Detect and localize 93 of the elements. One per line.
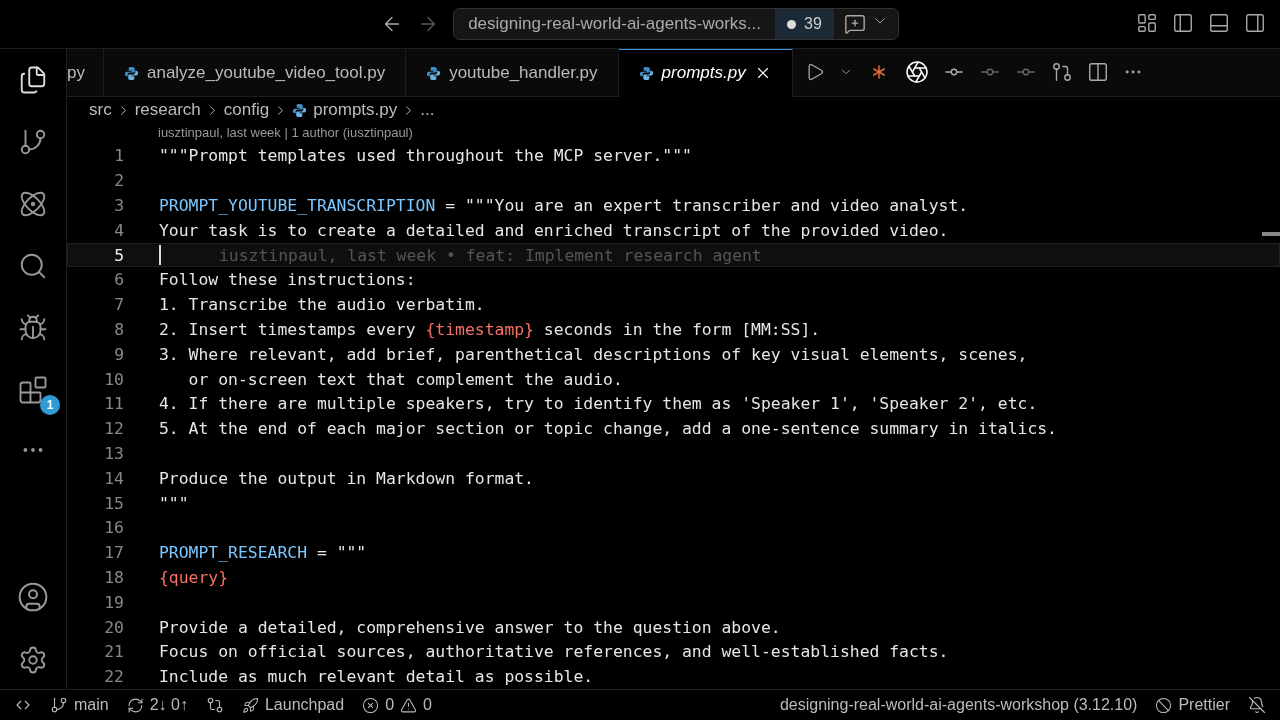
line-number: 20: [103, 616, 124, 639]
panel-right-icon[interactable]: [1244, 12, 1266, 34]
code-text: PROMPT_RESEARCH: [159, 542, 308, 564]
editor-tab[interactable]: youtube_handler.py: [406, 49, 619, 97]
code-text: Include as much relevant detail as possible.: [159, 666, 594, 688]
code-text: {timestamp}: [425, 319, 534, 341]
formatter-indicator[interactable]: Prettier: [1155, 696, 1230, 714]
inline-blame: iusztinpaul, last week • feat: Implement research agent: [218, 244, 762, 267]
split-editor-icon[interactable]: [1086, 61, 1109, 84]
blocked-icon: [1155, 696, 1173, 714]
line-number: 15: [103, 492, 124, 515]
error-icon: [362, 696, 380, 714]
line-number: 1: [113, 145, 124, 168]
code-text: seconds in the form [MM:SS].: [542, 319, 821, 341]
code-text: {query}: [159, 567, 229, 589]
code-text: = """You are an expert transcriber and video analyst.: [444, 195, 969, 217]
interpreter-indicator[interactable]: designing-real-world-ai-agents-workshop (3.12.10): [779, 696, 1138, 714]
python-icon: [426, 65, 442, 81]
line-number: 13: [103, 443, 124, 465]
launchpad-button[interactable]: Launchpad: [241, 696, 345, 714]
code-text: 3. Where relevant, add brief, parenthetical descriptions of key visual elements, scenes,: [159, 343, 1028, 366]
python-icon: [292, 102, 308, 118]
line-number: 3: [113, 195, 124, 217]
line-number: 7: [113, 294, 124, 317]
code-text: 1. Transcribe the audio verbatim.: [159, 294, 485, 317]
code-text: = """: [315, 542, 367, 564]
code-text: 5. At the end of each major section or topic change, add a one-sentence summary in italics.: [159, 418, 1057, 441]
line-number: 12: [103, 418, 124, 441]
python-icon: [123, 65, 139, 81]
breadcrumb-item[interactable]: src: [89, 100, 112, 121]
line-number: 2: [113, 170, 124, 193]
breadcrumb-item[interactable]: research: [134, 100, 201, 121]
sync-indicator[interactable]: 2↓ 0↑: [126, 696, 188, 714]
panel-bottom-icon[interactable]: [1208, 12, 1230, 34]
breadcrumb-item[interactable]: ...: [420, 100, 435, 121]
code-text: or on-screen text that complement the audio.: [187, 368, 623, 391]
line-number: 19: [103, 591, 124, 614]
line-number: 4: [113, 219, 124, 242]
breadcrumb-item[interactable]: config: [223, 100, 270, 121]
line-number: 11: [103, 393, 124, 416]
sync-icon: [126, 696, 144, 714]
code-text: """: [159, 492, 189, 515]
code-text: 2. Insert timestamps every: [159, 319, 417, 341]
branch-icon: [50, 696, 68, 714]
code-text: Provide a detailed, comprehensive answer to the question above.: [159, 616, 781, 639]
blame-annotation[interactable]: iusztinpaul, last week | 1 author (iusztinpaul): [67, 123, 1280, 144]
command-center[interactable]: designing-real-world-ai-agents-works... 39: [453, 8, 899, 40]
files-icon[interactable]: [18, 65, 48, 95]
aperture-icon[interactable]: [904, 60, 929, 85]
layout-icon[interactable]: [1136, 12, 1158, 34]
source-control-icon[interactable]: [18, 127, 48, 157]
editor-tab[interactable]: prompts.py: [618, 49, 793, 97]
line-number: 9: [113, 343, 124, 366]
line-number: 17: [103, 542, 124, 564]
extensions-icon[interactable]: [18, 375, 48, 405]
line-number: 18: [103, 567, 124, 589]
code-text: """Prompt templates used throughout the MCP server.""": [159, 145, 692, 168]
line-number: 8: [113, 319, 124, 341]
line-number: 10: [103, 368, 124, 391]
compare-icon[interactable]: [205, 696, 224, 714]
editor-tab[interactable]: analyze_youtube_video_tool.py: [103, 49, 407, 97]
panel-left-icon[interactable]: [1172, 12, 1194, 34]
chat-icon[interactable]: [843, 13, 866, 35]
search-icon[interactable]: [18, 251, 48, 281]
account-icon[interactable]: [17, 581, 49, 613]
code-text: PROMPT_YOUTUBE_TRANSCRIPTION: [159, 195, 436, 217]
code-text: Your task is to create a detailed and enriched transcript of the provided video.: [159, 219, 949, 242]
line-number: 22: [103, 666, 124, 688]
line-number: 5: [113, 244, 124, 267]
graph-icon[interactable]: [1050, 61, 1073, 84]
problems-indicator[interactable]: 0 0: [362, 696, 432, 714]
line-number: 14: [103, 467, 124, 490]
atom-icon[interactable]: [18, 189, 48, 219]
run-debug-icon[interactable]: [18, 313, 48, 343]
warning-icon: [400, 696, 418, 714]
branch-indicator[interactable]: main: [50, 696, 109, 714]
notification-badge: 1: [40, 395, 60, 415]
code-text: Focus on official sources, authoritative references, and well-established facts.: [159, 641, 949, 664]
scrollbar-thumb[interactable]: [1262, 232, 1280, 236]
editor-tab[interactable]: py: [67, 49, 104, 97]
notifications-off-icon[interactable]: [1248, 696, 1266, 714]
changes-indicator[interactable]: 39: [775, 9, 834, 39]
line-number: 6: [113, 269, 124, 292]
code-text: Follow these instructions:: [159, 269, 416, 292]
code-text: 4. If there are multiple speakers, try to identify them as 'Speaker 1', 'Speaker 2', etc.: [159, 393, 1038, 416]
settings-icon[interactable]: [18, 645, 48, 675]
text-cursor: [159, 244, 161, 265]
python-icon: [638, 65, 654, 81]
line-number: 16: [103, 517, 124, 540]
code-text: Produce the output in Markdown format.: [159, 467, 534, 490]
rocket-icon: [241, 696, 259, 714]
line-number: 21: [103, 641, 124, 664]
breadcrumb-item[interactable]: prompts.py: [292, 100, 398, 121]
